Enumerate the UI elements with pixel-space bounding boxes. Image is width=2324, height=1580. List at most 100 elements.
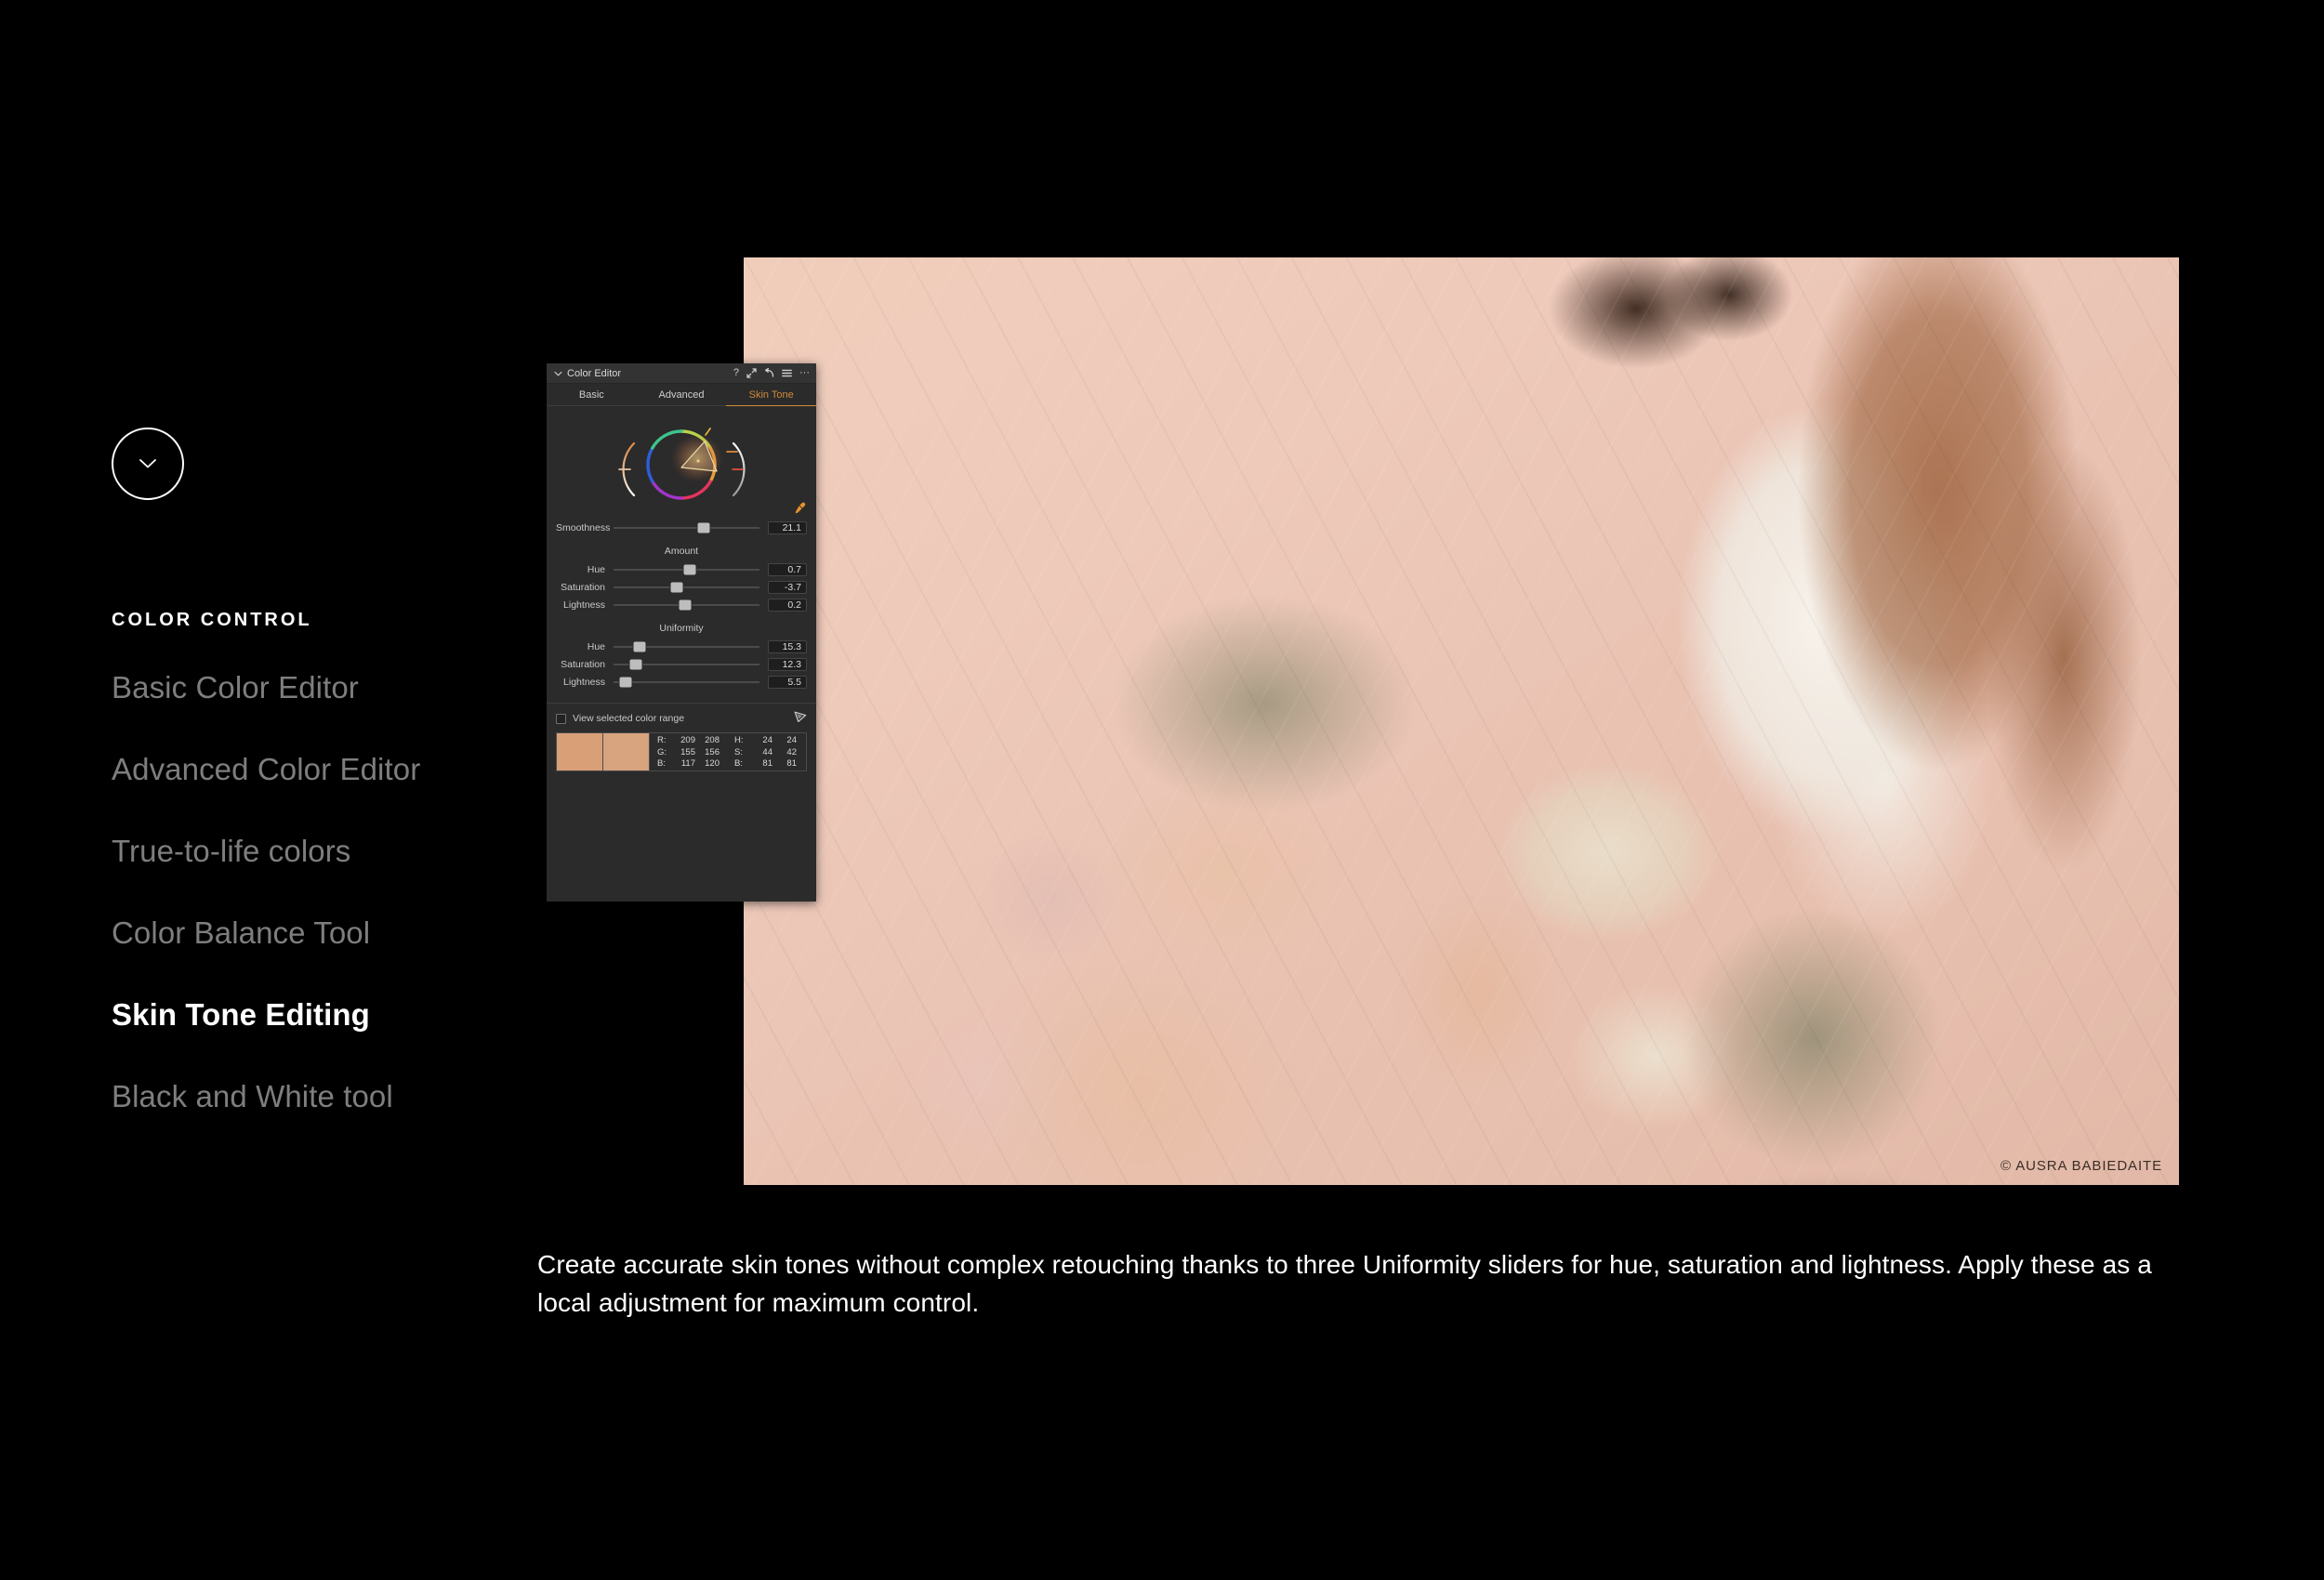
slider-smoothness: Smoothness 21.1: [556, 520, 807, 535]
slider-track[interactable]: [614, 520, 759, 535]
slider-value[interactable]: 12.3: [768, 657, 807, 671]
nav-item-black-and-white-tool[interactable]: Black and White tool: [112, 1079, 595, 1115]
tab-skin-tone[interactable]: Skin Tone: [726, 384, 816, 406]
readout-line: H: 24 24: [734, 735, 797, 747]
panel-titlebar: Color Editor ? ···: [547, 363, 816, 384]
slider-thumb[interactable]: [670, 582, 682, 592]
slider-label: Hue: [587, 640, 605, 652]
color-range-icon[interactable]: [794, 711, 807, 726]
group-heading-uniformity: Uniformity: [659, 623, 704, 634]
slider-label: Hue: [587, 563, 605, 575]
slider-value[interactable]: 0.2: [768, 598, 807, 612]
tab-basic[interactable]: Basic: [547, 384, 637, 405]
more-icon[interactable]: ···: [799, 368, 810, 378]
readout-value-1: 81: [762, 758, 772, 770]
slider-value[interactable]: 21.1: [768, 520, 807, 534]
color-editor-panel: Color Editor ? ··· Basic Advanced Skin T…: [547, 363, 816, 902]
readout-value-1: 209: [680, 735, 695, 745]
readout-line: B: 117 120: [657, 758, 720, 770]
nav-item-color-balance-tool[interactable]: Color Balance Tool: [112, 915, 595, 952]
color-swatch-readout: R: 209 208 G: 155 156 B: 117 120 H: 24 2…: [556, 732, 807, 771]
slider-thumb[interactable]: [679, 599, 692, 610]
panel-title: Color Editor: [567, 367, 622, 379]
slider-track[interactable]: [614, 561, 759, 577]
readout-value-2: 42: [786, 746, 797, 757]
slider-value[interactable]: -3.7: [768, 580, 807, 594]
slider-track[interactable]: [614, 656, 759, 672]
color-wheel[interactable]: [593, 410, 770, 520]
sidebar: COLOR CONTROL Basic Color Editor Advance…: [112, 428, 595, 1161]
slider-track[interactable]: [614, 674, 759, 690]
readout-line: R: 209 208: [657, 735, 720, 747]
readout-value-1: 44: [762, 746, 772, 757]
expand-icon[interactable]: [746, 368, 757, 378]
slider-thumb[interactable]: [697, 522, 710, 533]
scroll-down-button[interactable]: [112, 428, 184, 500]
slider-thumb[interactable]: [633, 641, 646, 652]
nav-item-true-to-life-colors[interactable]: True-to-life colors: [112, 834, 595, 870]
slider-thumb[interactable]: [619, 677, 632, 687]
readout-value-2: 208: [705, 735, 720, 745]
slider-value[interactable]: 0.7: [768, 562, 807, 576]
photo-credit: © AUSRA BABIEDAITE: [2000, 1158, 2162, 1174]
slider-label: Saturation: [561, 581, 605, 593]
menu-icon[interactable]: [782, 369, 792, 377]
color-wheel-area: [547, 410, 816, 520]
color-values-readout: R: 209 208 G: 155 156 B: 117 120 H: 24 2…: [650, 733, 806, 770]
slider-uniformity-saturation: Saturation 12.3: [556, 656, 807, 672]
photo-image: [744, 257, 2179, 1185]
swatch-after[interactable]: [603, 733, 650, 770]
slider-thumb[interactable]: [683, 564, 696, 574]
swatch-before[interactable]: [557, 733, 603, 770]
readout-line: S: 44 42: [734, 747, 797, 759]
slider-amount-hue: Hue 0.7: [556, 561, 807, 577]
tab-advanced[interactable]: Advanced: [637, 384, 727, 405]
readout-key: S:: [734, 746, 743, 757]
slider-value[interactable]: 15.3: [768, 639, 807, 653]
slider-label: Lightness: [563, 676, 605, 688]
page-root: COLOR CONTROL Basic Color Editor Advance…: [0, 0, 2324, 1580]
readout-value-1: 24: [762, 735, 772, 745]
readout-key: H:: [734, 735, 744, 745]
readout-key: B:: [657, 758, 666, 770]
readout-value-2: 81: [786, 758, 797, 770]
panel-tabs: Basic Advanced Skin Tone: [547, 384, 816, 406]
nav-item-skin-tone-editing[interactable]: Skin Tone Editing: [112, 997, 595, 1034]
screenshot-photo: © AUSRA BABIEDAITE: [744, 257, 2179, 1185]
chevron-down-icon: [139, 458, 157, 469]
slider-thumb[interactable]: [629, 659, 642, 669]
view-selected-color-range-row: View selected color range: [547, 704, 816, 726]
slider-amount-lightness: Lightness 0.2: [556, 597, 807, 612]
reset-icon[interactable]: [764, 368, 774, 378]
readout-line: G: 155 156: [657, 747, 720, 759]
readout-value-1: 155: [680, 746, 695, 757]
rgb-column: R: 209 208 G: 155 156 B: 117 120: [657, 735, 720, 770]
nav-list: Basic Color Editor Advanced Color Editor…: [112, 670, 595, 1115]
view-color-range-checkbox[interactable]: [556, 713, 566, 724]
section-label: COLOR CONTROL: [112, 610, 312, 630]
group-heading-amount: Amount: [664, 546, 699, 557]
readout-value-2: 24: [786, 735, 797, 745]
readout-value-1: 117: [680, 758, 695, 770]
slider-track[interactable]: [614, 597, 759, 612]
nav-item-advanced-color-editor[interactable]: Advanced Color Editor: [112, 752, 595, 788]
readout-line: B: 81 81: [734, 758, 797, 770]
nav-item-basic-color-editor[interactable]: Basic Color Editor: [112, 670, 595, 706]
panel-sliders: Smoothness 21.1 Amount Hue 0.7 Saturatio…: [547, 520, 816, 690]
slider-uniformity-hue: Hue 15.3: [556, 639, 807, 654]
readout-key: B:: [734, 758, 743, 770]
caption-text: Create accurate skin tones without compl…: [537, 1250, 2152, 1318]
slider-uniformity-lightness: Lightness 5.5: [556, 674, 807, 690]
slider-value[interactable]: 5.5: [768, 675, 807, 689]
slider-amount-saturation: Saturation -3.7: [556, 579, 807, 595]
slider-track[interactable]: [614, 639, 759, 654]
readout-gap: [720, 735, 734, 770]
hsb-column: H: 24 24 S: 44 42 B: 81 81: [734, 735, 797, 770]
readout-key: R:: [657, 735, 667, 745]
panel-titlebar-icons: ? ···: [733, 368, 810, 378]
eyedropper-icon[interactable]: [794, 501, 807, 518]
slider-track[interactable]: [614, 579, 759, 595]
readout-key: G:: [657, 746, 667, 757]
chevron-down-icon[interactable]: [552, 368, 563, 379]
help-icon[interactable]: ?: [733, 368, 739, 378]
